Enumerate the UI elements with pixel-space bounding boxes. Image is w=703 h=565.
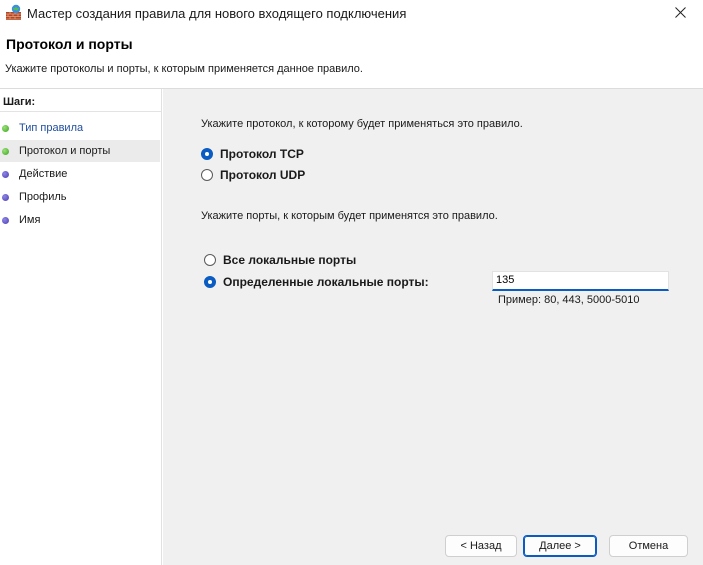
cancel-button[interactable]: Отмена [609,535,688,557]
steps-heading-divider [0,111,161,112]
protocol-prompt: Укажите протокол, к которому будет приме… [201,118,523,130]
radio-all-local-ports[interactable]: Все локальные порты [204,253,356,267]
radio-specific-ports-label: Определенные локальные порты: [223,275,429,289]
radio-button[interactable] [204,254,216,266]
radio-all-ports-label: Все локальные порты [223,253,357,267]
step-complete-icon [2,147,9,155]
step-pending-icon [2,170,9,178]
step-pending-icon [2,216,9,224]
step-label: Имя [19,214,41,226]
step-profile: Профиль [0,186,160,208]
step-complete-icon [2,124,9,132]
close-button[interactable] [657,0,703,28]
ports-prompt: Укажите порты, к которым будет применятс… [201,210,498,222]
title-bar: Мастер создания правила для нового входя… [0,0,703,28]
steps-heading: Шаги: [3,96,36,108]
wizard-content: Укажите протокол, к которому будет приме… [163,89,703,565]
step-rule-type[interactable]: Тип правила [0,117,160,139]
steps-sidebar: Шаги: Тип правила Протокол и порты Дейст… [0,89,162,565]
ports-example-hint: Пример: 80, 443, 5000-5010 [498,294,640,306]
step-action: Действие [0,163,160,185]
step-protocol-ports[interactable]: Протокол и порты [0,140,160,162]
step-label: Протокол и порты [19,145,111,157]
radio-tcp[interactable]: Протокол TCP [201,147,304,161]
radio-button[interactable] [201,169,213,181]
wizard-header: Протокол и порты Укажите протоколы и пор… [0,28,703,88]
step-label: Действие [19,168,68,180]
radio-button-checked[interactable] [201,148,213,160]
step-label: Тип правила [19,122,84,134]
radio-tcp-label: Протокол TCP [220,147,304,161]
radio-button-checked[interactable] [204,276,216,288]
radio-udp[interactable]: Протокол UDP [201,168,305,182]
page-description: Укажите протоколы и порты, к которым при… [5,63,363,75]
step-label: Профиль [19,191,67,203]
radio-udp-label: Протокол UDP [220,168,306,182]
back-button[interactable]: < Назад [445,535,517,557]
close-icon [674,5,686,23]
step-pending-icon [2,193,9,201]
local-ports-input[interactable]: 135 [492,271,669,291]
firewall-app-icon [5,4,22,21]
radio-specific-local-ports[interactable]: Определенные локальные порты: [204,275,429,289]
step-name: Имя [0,209,160,231]
page-title: Протокол и порты [6,36,133,52]
window-title: Мастер создания правила для нового входя… [27,6,407,21]
next-button[interactable]: Далее > [523,535,597,557]
